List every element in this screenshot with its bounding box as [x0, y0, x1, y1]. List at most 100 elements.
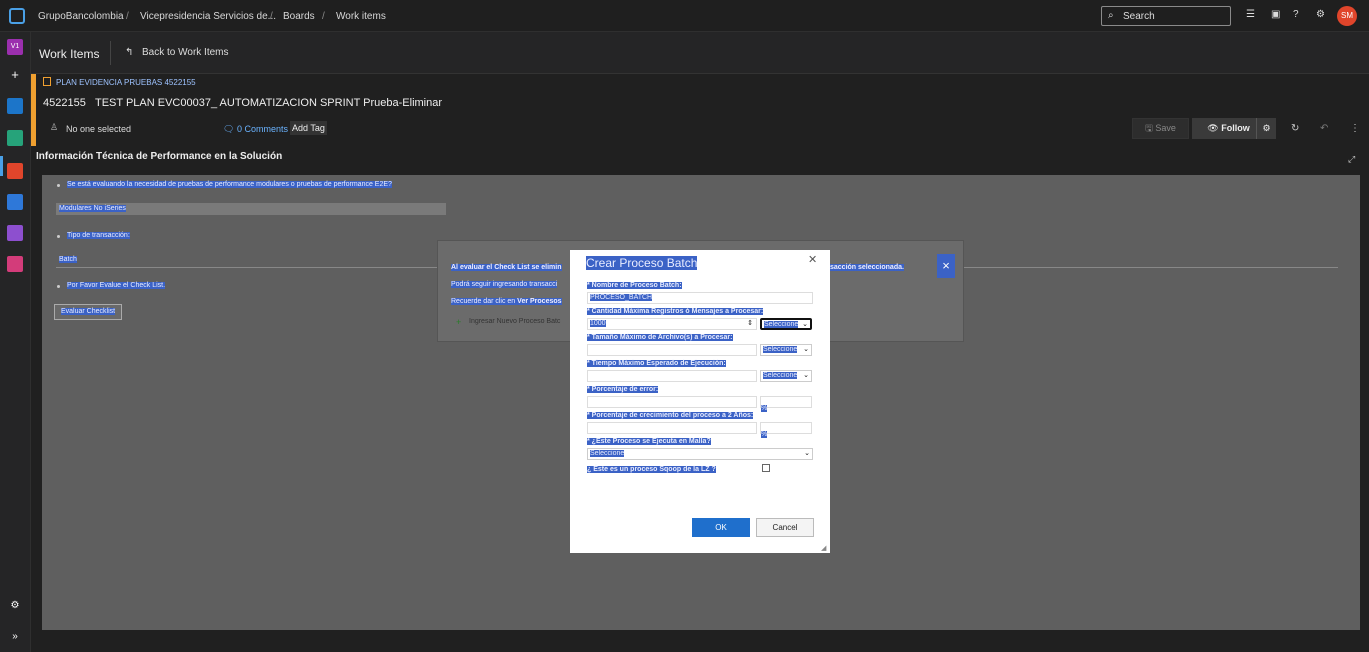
answer-evaluation-type[interactable]: Modulares No iSeries — [56, 203, 446, 215]
add-icon[interactable]: + — [456, 317, 461, 327]
breadcrumb-separator: / — [270, 11, 273, 22]
warning-text-left: Al evaluar el Check List se elimin — [451, 264, 562, 271]
pipelines-icon[interactable] — [7, 194, 23, 210]
form-scrollbar[interactable] — [1351, 175, 1360, 630]
search-box[interactable]: ⌕ Search — [1101, 6, 1231, 26]
expand-rail-icon[interactable]: » — [7, 629, 23, 645]
max-time-unit-value: Seleccione — [763, 372, 798, 379]
breadcrumb-work-items[interactable]: Work items — [336, 11, 386, 22]
growth-percentage-input[interactable] — [587, 422, 757, 434]
left-navigation-rail: V1 + ⚙ » — [0, 32, 31, 652]
dialog-title: Crear Proceso Batch — [586, 256, 698, 270]
chevron-down-icon: ⌄ — [803, 346, 809, 353]
label-runs-in-mesh: * ¿Este Proceso se Ejecuta en Malla? — [587, 438, 711, 445]
checklist-instruction: Por Favor Evalue el Check List. — [67, 282, 166, 289]
label-max-records: * Cantidad Máxima Registros ó Mensajes a… — [587, 308, 764, 315]
error-percentage-unit: % — [760, 396, 812, 412]
overview-icon[interactable] — [7, 98, 23, 114]
comments-link[interactable]: 🗨 0 Comments — [223, 124, 288, 135]
ok-button[interactable]: OK — [692, 518, 750, 537]
chevron-down-icon: ⌄ — [804, 450, 810, 457]
answer-transaction-type[interactable]: Batch — [56, 254, 446, 266]
undo-icon[interactable]: ↶ — [1320, 123, 1328, 134]
add-tag-button[interactable]: Add Tag — [290, 121, 327, 135]
max-records-unit-select[interactable]: Seleccione ⌄ — [760, 318, 812, 330]
person-icon: ♙ — [50, 122, 59, 132]
work-item-type-icon — [43, 77, 51, 86]
question-evaluation-type: Se está evaluando la necesidad de prueba… — [67, 181, 392, 188]
percent-symbol: % — [761, 431, 768, 438]
work-item-title[interactable]: 4522155 TEST PLAN EVC00037_ AUTOMATIZACI… — [43, 97, 442, 109]
sqoop-process-checkbox[interactable] — [762, 464, 770, 472]
error-percentage-input[interactable] — [587, 396, 757, 408]
refresh-icon[interactable]: ↻ — [1291, 123, 1299, 134]
add-batch-process-link[interactable]: Ingresar Nuevo Proceso Batc — [469, 318, 560, 325]
max-records-value: 1000 — [590, 320, 606, 327]
close-icon[interactable]: × — [937, 254, 955, 278]
runs-in-mesh-value: Seleccione — [590, 450, 625, 457]
cancel-button[interactable]: Cancel — [756, 518, 814, 537]
expand-icon[interactable]: ⤢ — [1348, 154, 1355, 165]
page-header: Work Items ↰ Back to Work Items — [31, 32, 1369, 74]
avatar[interactable]: SM — [1337, 6, 1357, 26]
user-settings-icon[interactable]: ⚙ — [1316, 9, 1325, 20]
spinner-icon[interactable]: ⇕ — [747, 319, 753, 327]
work-item-type-label: PLAN EVIDENCIA PRUEBAS 4522155 — [56, 78, 196, 87]
evaluate-checklist-label: Evaluar Checklist — [61, 308, 116, 315]
azure-devops-logo-icon[interactable] — [9, 8, 25, 24]
max-records-input[interactable]: 1000 ⇕ — [587, 318, 757, 330]
divider — [110, 41, 111, 65]
follow-label: Follow — [1221, 123, 1250, 133]
max-time-unit-select[interactable]: Seleccione ⌄ — [760, 370, 812, 382]
follow-settings-icon[interactable]: ⚙ — [1256, 118, 1276, 139]
max-file-size-unit-select[interactable]: Seleccione ⌄ — [760, 344, 812, 356]
help-icon[interactable]: ? — [1293, 9, 1299, 20]
runs-in-mesh-select[interactable]: Seleccione ⌄ — [587, 448, 813, 460]
project-icon[interactable]: V1 — [7, 39, 23, 55]
create-batch-dialog: Crear Proceso Batch ✕ * Nombre de Proces… — [570, 250, 830, 553]
bullet — [57, 184, 60, 187]
max-file-size-input[interactable] — [587, 344, 757, 356]
more-actions-icon[interactable]: ⋮ — [1350, 123, 1360, 134]
evaluate-checklist-button[interactable]: Evaluar Checklist — [54, 304, 123, 320]
max-time-input[interactable] — [587, 370, 757, 382]
breadcrumb-organization[interactable]: GrupoBancolombia — [38, 11, 124, 22]
assigned-to[interactable]: No one selected — [66, 124, 131, 134]
label-growth-percentage: * Porcentaje de crecimiento del proceso … — [587, 412, 754, 419]
selected-indicator — [0, 156, 3, 176]
artifacts-icon[interactable] — [7, 256, 23, 272]
warning-text-right: sacción seleccionada. — [830, 264, 904, 271]
bullet — [57, 235, 60, 238]
breadcrumb-boards[interactable]: Boards — [283, 11, 315, 22]
breadcrumb-separator: / — [322, 11, 325, 22]
test-plans-icon[interactable] — [7, 225, 23, 241]
work-item-id: 4522155 — [43, 97, 86, 109]
process-name-value: PROCESO_BATCH — [590, 294, 653, 301]
project-settings-icon[interactable]: ⚙ — [7, 598, 23, 614]
task-list-icon[interactable]: ☰ — [1246, 9, 1255, 20]
breadcrumb-project[interactable]: Vicepresidencia Servicios de... — [140, 11, 276, 22]
info-text: Podrá seguir ingresando transacci — [451, 281, 558, 288]
work-item-title-text: TEST PLAN EVC00037_ AUTOMATIZACION SPRIN… — [95, 97, 443, 109]
save-button[interactable]: 🖫 Save — [1132, 118, 1189, 139]
add-icon[interactable]: + — [7, 67, 23, 83]
reminder-prefix: Recuerde dar clic en — [451, 298, 518, 305]
back-to-work-items-link[interactable]: Back to Work Items — [142, 47, 229, 58]
shopping-bag-icon[interactable]: ▣ — [1271, 9, 1280, 20]
process-name-input[interactable]: PROCESO_BATCH — [587, 292, 813, 304]
resize-handle-icon[interactable]: ◢ — [821, 544, 826, 552]
label-max-time: * Tiempo Máximo Esperado de Ejecución: — [587, 360, 726, 367]
boards-icon[interactable] — [7, 130, 23, 146]
work-item-type-color-bar — [31, 74, 36, 146]
growth-percentage-unit: % — [760, 422, 812, 438]
label-error-percentage: * Porcentaje de error: — [587, 386, 659, 393]
repos-icon[interactable] — [7, 163, 23, 179]
back-arrow-icon[interactable]: ↰ — [125, 47, 133, 58]
follow-button[interactable]: 👁 Follow — [1192, 118, 1265, 139]
question-transaction-type: Tipo de transacción: — [67, 232, 130, 239]
search-icon: ⌕ — [1108, 10, 1114, 21]
chevron-down-icon: ⌄ — [803, 372, 809, 379]
section-title: Información Técnica de Performance en la… — [36, 151, 283, 162]
top-bar: GrupoBancolombia / Vicepresidencia Servi… — [0, 0, 1369, 32]
close-icon[interactable]: ✕ — [808, 253, 817, 266]
